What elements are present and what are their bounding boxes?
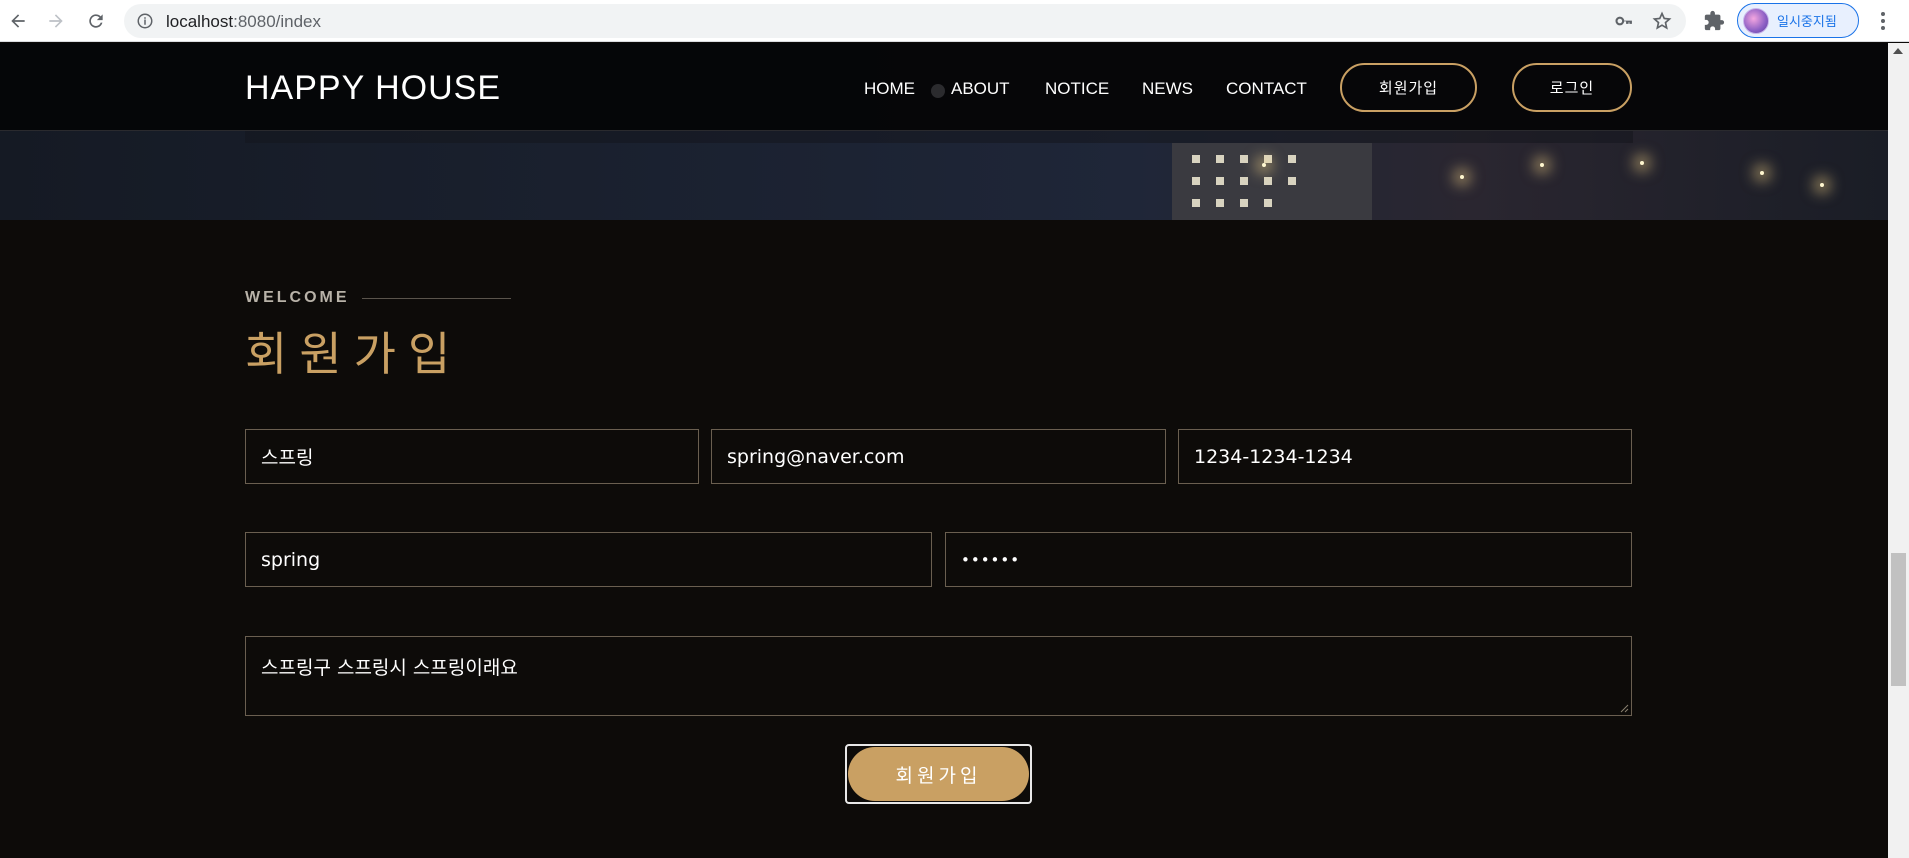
page-title: 회원가입: [245, 327, 463, 381]
page: localhost:8080/index 일시중지됨 HAPPY HOUSE H…: [0, 0, 1909, 858]
nav-about[interactable]: ABOUT: [951, 79, 1010, 99]
section-eyebrow: WELCOME: [245, 289, 350, 306]
phone-input[interactable]: 1234-1234-1234: [1178, 429, 1632, 484]
profile-button[interactable]: 일시중지됨: [1737, 3, 1859, 38]
email-input[interactable]: spring@naver.com: [711, 429, 1166, 484]
light-flare: [1640, 161, 1644, 165]
nav-notice[interactable]: NOTICE: [1045, 79, 1109, 99]
back-icon: [11, 14, 25, 28]
login-button[interactable]: 로그인: [1512, 63, 1632, 112]
forward-icon: [49, 14, 63, 28]
password-input[interactable]: ••••••: [945, 532, 1632, 587]
light-flare: [1262, 163, 1266, 167]
scroll-up-arrow-icon[interactable]: [1893, 48, 1903, 54]
key-icon[interactable]: [1614, 11, 1634, 31]
light-flare: [1760, 171, 1764, 175]
info-icon[interactable]: [136, 12, 154, 30]
page-scrollbar[interactable]: [1888, 43, 1909, 858]
url-text: localhost:8080/index: [166, 12, 321, 32]
address-text: 스프링구 스프링시 스프링이래요: [261, 657, 518, 679]
submit-signup-button[interactable]: 회원가입: [848, 747, 1029, 801]
light-flare: [1820, 183, 1824, 187]
profile-name: 일시중지됨: [1777, 15, 1837, 30]
nav-contact[interactable]: CONTACT: [1226, 79, 1307, 99]
url-host: localhost: [166, 12, 234, 31]
site-header: HAPPY HOUSE HOME ABOUT NOTICE NEWS CONTA…: [0, 43, 1888, 131]
profile-avatar: [1743, 7, 1769, 34]
eyebrow-divider: [362, 298, 511, 299]
light-flare: [1460, 175, 1464, 179]
resize-handle-icon[interactable]: [1619, 703, 1629, 713]
hero-building: [1172, 143, 1372, 220]
address-textarea[interactable]: 스프링구 스프링시 스프링이래요: [245, 636, 1632, 716]
reload-icon: [89, 14, 103, 28]
site-logo[interactable]: HAPPY HOUSE: [245, 69, 501, 108]
reload-button[interactable]: [78, 3, 114, 39]
name-input[interactable]: 스프링: [245, 429, 699, 484]
star-icon[interactable]: [1652, 11, 1672, 31]
light-flare: [1540, 163, 1544, 167]
extensions-icon[interactable]: [1703, 10, 1725, 32]
userid-input[interactable]: spring: [245, 532, 932, 587]
menu-icon[interactable]: [1876, 10, 1890, 32]
nav-indicator-dot: [931, 84, 945, 98]
nav-home[interactable]: HOME: [864, 79, 915, 99]
signup-button[interactable]: 회원가입: [1340, 63, 1477, 112]
address-bar[interactable]: localhost:8080/index: [124, 4, 1686, 38]
nav-news[interactable]: NEWS: [1142, 79, 1193, 99]
back-button[interactable]: [0, 3, 36, 39]
scroll-thumb[interactable]: [1891, 553, 1906, 686]
forward-button[interactable]: [38, 3, 74, 39]
browser-toolbar: localhost:8080/index 일시중지됨: [0, 0, 1909, 42]
url-path: :8080/index: [233, 12, 322, 31]
